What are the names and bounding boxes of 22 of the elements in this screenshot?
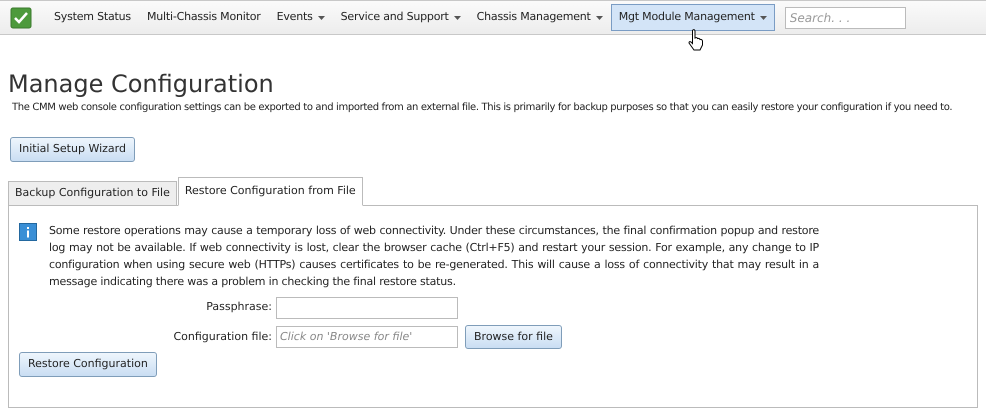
tab[interactable]: Restore Configuration from File	[178, 176, 363, 206]
restore-configuration-button[interactable]: Restore Configuration	[19, 352, 157, 376]
nav-menu-item[interactable]: Service and Support	[332, 4, 469, 31]
configuration-file-field[interactable]: Click on 'Browse for file'	[276, 326, 458, 348]
nav-menu-item[interactable]: Multi-Chassis Monitor	[138, 4, 269, 31]
search-field[interactable]: Search. . .	[784, 6, 906, 28]
nav-menu-item[interactable]: Events	[268, 4, 333, 31]
nav-menu-item[interactable]: Chassis Management	[468, 4, 611, 31]
nav-menu-item[interactable]: System Status	[46, 4, 139, 31]
configuration-file-label: Configuration file:	[172, 328, 272, 344]
info-icon	[19, 222, 37, 240]
passphrase-label: Passphrase:	[205, 299, 272, 316]
browse-for-file-button[interactable]: Browse for file	[465, 324, 562, 349]
page-title: Manage Configuration	[8, 70, 275, 98]
hand-cursor-icon	[688, 29, 704, 51]
nav-menu-item[interactable]: Mgt Module Management	[610, 4, 775, 31]
passphrase-field[interactable]	[276, 296, 458, 318]
initial-setup-wizard-button[interactable]: Initial Setup Wizard	[10, 137, 135, 162]
page-description: The CMM web console configuration settings can be exported to and imported from an external file. This is primarily for backup purposes so that you can easily restore your configuration if you need to.	[12, 101, 954, 115]
status-check-icon[interactable]	[10, 6, 32, 28]
tab[interactable]: Backup Configuration to File	[8, 180, 177, 204]
restore-notice: Some restore operations may cause a temporary loss of web connectivity. Under these circumstances, the final confirmation popup and restore log may not be available. If web connectivity is lost, clear the browser cache (Ctrl+F5) and restart your session. For example, any change to IP configuration when using secure web (HTTPs) causes certificates to be re-generated. This will cause a loss of connectivity that may result in a message indicating there was a problem in checking the final restore status.	[49, 222, 819, 290]
